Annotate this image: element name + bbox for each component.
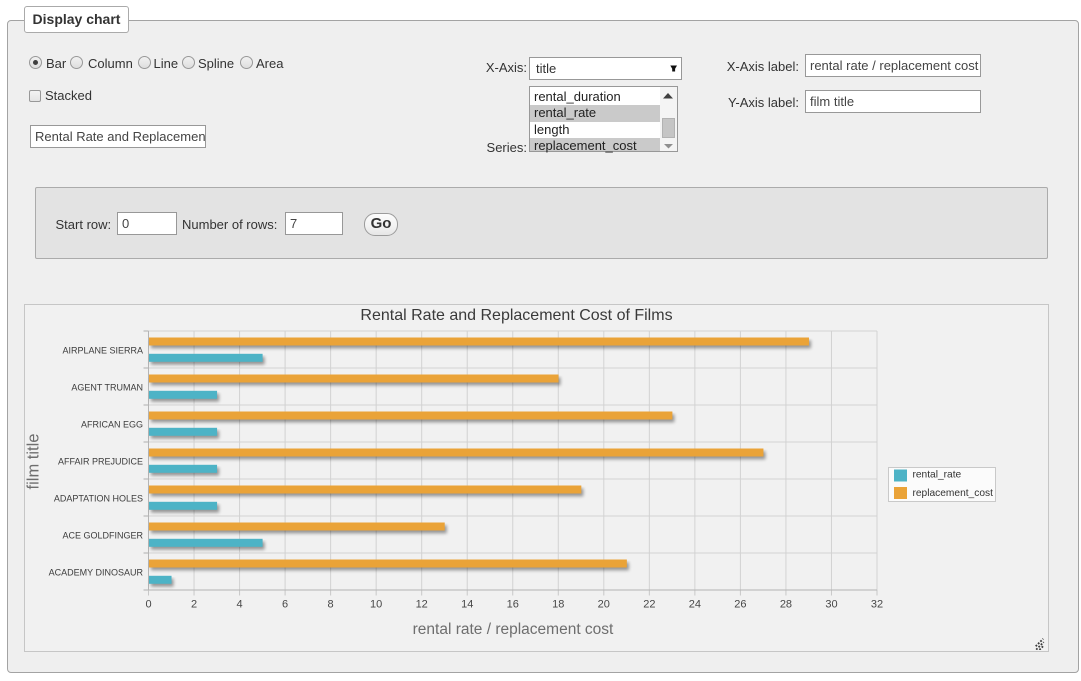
svg-text:2: 2 — [191, 599, 197, 611]
svg-text:4: 4 — [236, 599, 242, 611]
svg-text:ACE GOLDFINGER: ACE GOLDFINGER — [62, 531, 143, 541]
svg-text:Rental Rate and Replacement Co: Rental Rate and Replacement Cost of Film… — [360, 307, 672, 324]
svg-text:20: 20 — [598, 599, 610, 611]
svg-text:rental rate / replacement cost: rental rate / replacement cost — [413, 621, 614, 638]
svg-text:22: 22 — [643, 599, 655, 611]
svg-text:14: 14 — [461, 599, 473, 611]
svg-text:0: 0 — [145, 599, 151, 611]
svg-text:AFFAIR PREJUDICE: AFFAIR PREJUDICE — [58, 457, 143, 467]
svg-text:film title: film title — [25, 434, 43, 490]
svg-text:6: 6 — [282, 599, 288, 611]
svg-text:ACADEMY DINOSAUR: ACADEMY DINOSAUR — [49, 568, 144, 578]
svg-text:32: 32 — [871, 599, 883, 611]
svg-text:AIRPLANE SIERRA: AIRPLANE SIERRA — [62, 346, 143, 356]
svg-text:ADAPTATION HOLES: ADAPTATION HOLES — [54, 494, 143, 504]
svg-text:8: 8 — [328, 599, 334, 611]
svg-text:28: 28 — [780, 599, 792, 611]
svg-text:16: 16 — [507, 599, 519, 611]
svg-text:26: 26 — [734, 599, 746, 611]
svg-text:12: 12 — [416, 599, 428, 611]
svg-text:rental_rate: rental_rate — [913, 470, 962, 481]
svg-text:24: 24 — [689, 599, 701, 611]
svg-text:AFRICAN EGG: AFRICAN EGG — [81, 420, 143, 430]
svg-text:replacement_cost: replacement_cost — [913, 488, 994, 499]
svg-text:18: 18 — [552, 599, 564, 611]
svg-text:10: 10 — [370, 599, 382, 611]
svg-text:30: 30 — [825, 599, 837, 611]
svg-text:AGENT TRUMAN: AGENT TRUMAN — [71, 383, 143, 393]
